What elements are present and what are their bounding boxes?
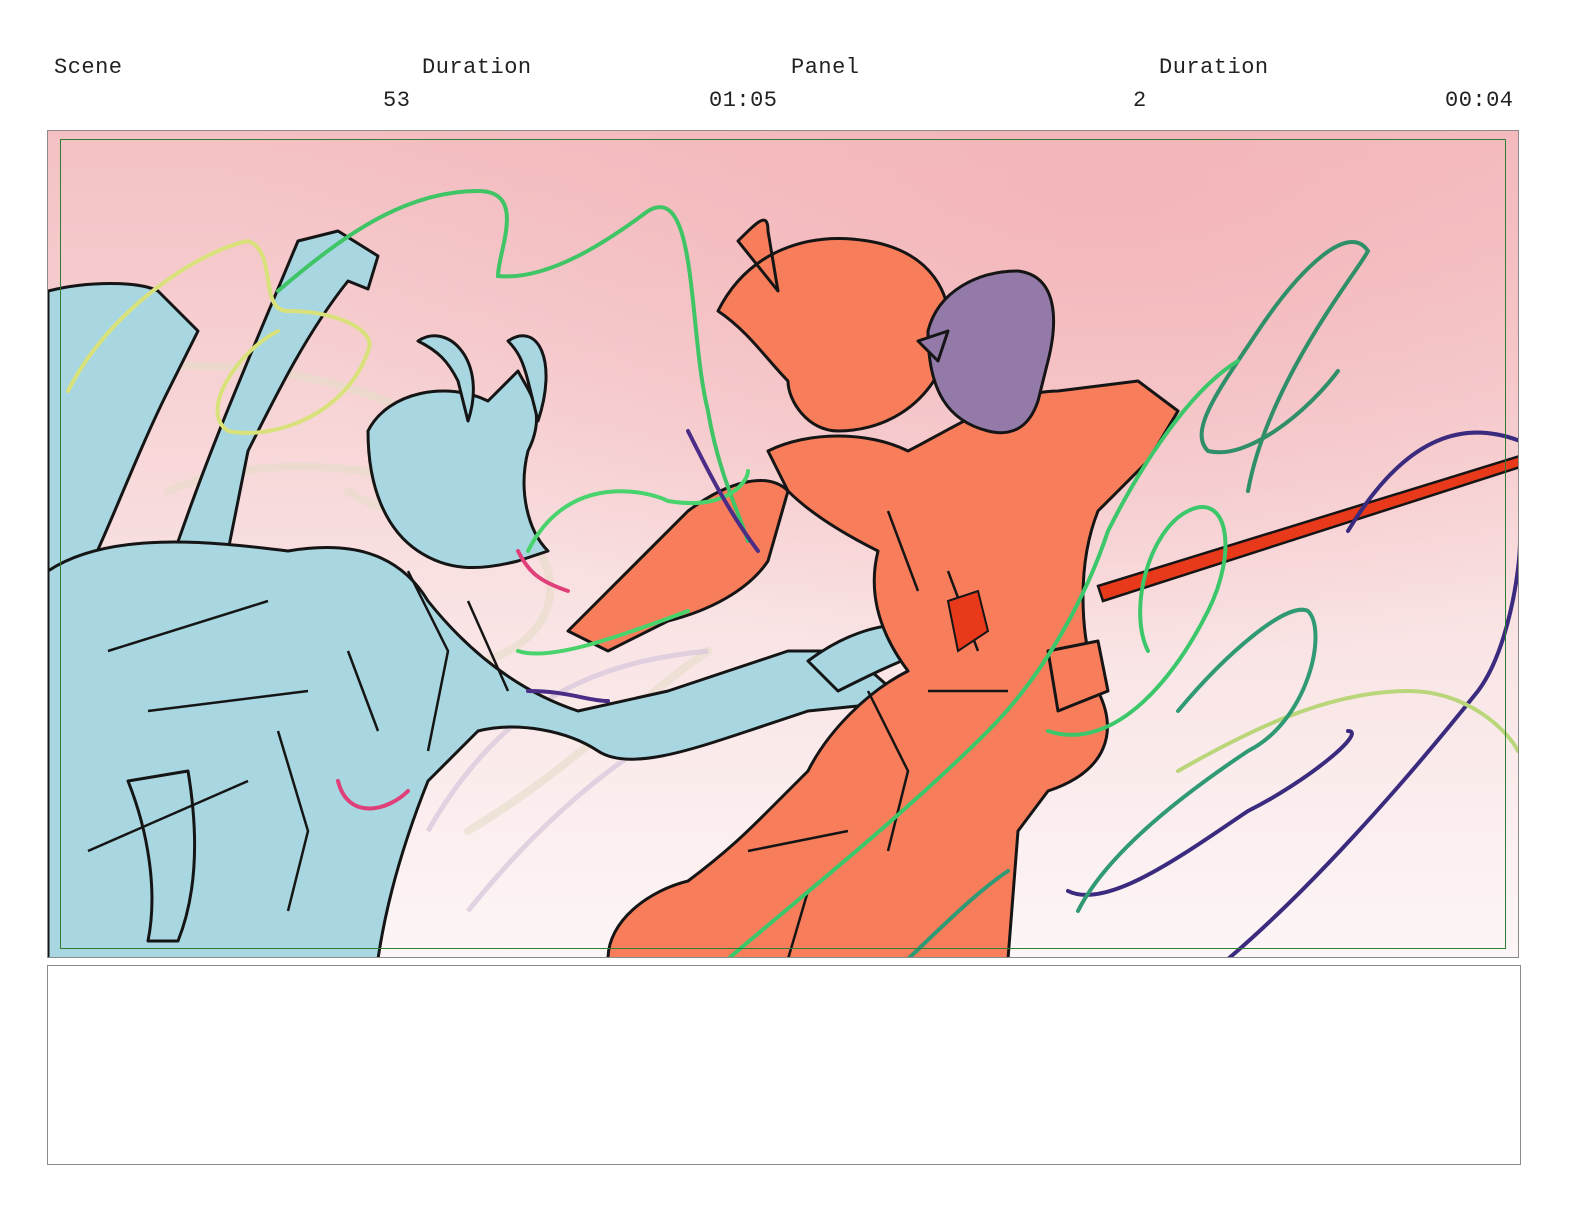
storyboard-drawing — [48, 131, 1518, 957]
panel-notes-text — [48, 966, 1520, 986]
scene-duration-label: Duration — [422, 55, 532, 80]
scene-duration-value: 01:05 — [709, 88, 778, 113]
panel-number: 2 — [1133, 88, 1147, 113]
panel-duration-label: Duration — [1159, 55, 1269, 80]
panel-notes-box[interactable] — [47, 965, 1521, 1165]
storyboard-panel-frame — [47, 130, 1519, 958]
panel-label: Panel — [791, 55, 860, 80]
panel-duration-value: 00:04 — [1445, 88, 1514, 113]
scene-label: Scene — [54, 55, 123, 80]
scene-number: 53 — [383, 88, 411, 113]
